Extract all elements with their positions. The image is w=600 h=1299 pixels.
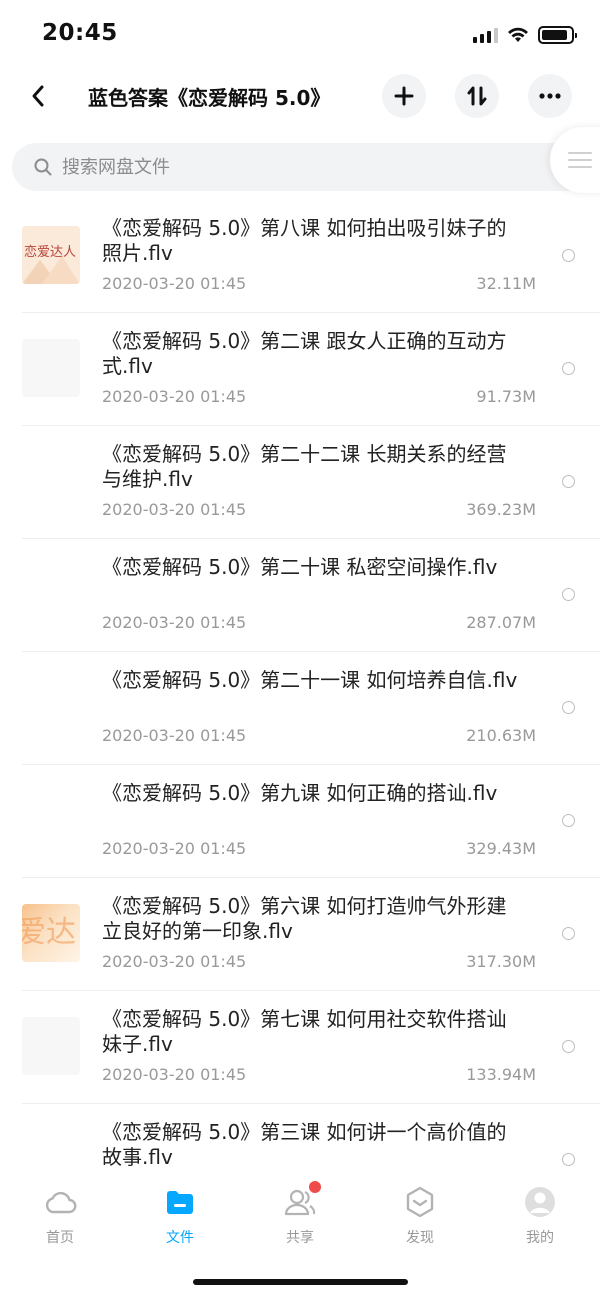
file-date: 2020-03-20 01:45 <box>102 726 247 745</box>
file-size: 91.73M <box>476 387 536 406</box>
select-checkbox[interactable] <box>562 1040 575 1053</box>
sort-arrows-icon <box>467 86 487 106</box>
file-name: 《恋爱解码 5.0》第二十课 私密空间操作.flv <box>102 555 498 579</box>
thumb-text: 爱达 <box>22 915 76 950</box>
thumb-text: 恋爱达人 <box>24 244 76 260</box>
cellular-signal-icon <box>473 27 498 43</box>
tab-home[interactable]: 首页 <box>20 1185 100 1251</box>
more-button[interactable] <box>528 74 572 118</box>
file-size: 317.30M <box>466 952 536 971</box>
file-date: 2020-03-20 01:45 <box>102 274 247 293</box>
file-row[interactable]: 爱达 《恋爱解码 5.0》第六课 如何打造帅气外形建立良好的第一印象.flv 202… <box>0 878 600 991</box>
file-row[interactable]: 《恋爱解码 5.0》第二课 跟女人正确的互动方式.flv 2020-03-20 0… <box>0 313 600 426</box>
back-button[interactable] <box>22 80 54 112</box>
file-thumbnail: 恋爱达人 <box>22 226 80 284</box>
home-indicator <box>193 1279 408 1285</box>
file-row[interactable]: 《恋爱解码 5.0》第二十一课 如何培养自信.flv 2020-03-20 01:… <box>0 652 600 765</box>
search-bar[interactable] <box>12 143 590 191</box>
avatar-icon <box>523 1185 557 1219</box>
file-row[interactable]: 《恋爱解码 5.0》第九课 如何正确的搭讪.flv 2020-03-20 01:4… <box>0 765 600 878</box>
file-date: 2020-03-20 01:45 <box>102 1065 247 1084</box>
file-date: 2020-03-20 01:45 <box>102 952 247 971</box>
file-date: 2020-03-20 01:45 <box>102 500 247 519</box>
select-checkbox[interactable] <box>562 814 575 827</box>
file-row[interactable]: 《恋爱解码 5.0》第二十课 私密空间操作.flv 2020-03-20 01:4… <box>0 539 600 652</box>
select-checkbox[interactable] <box>562 475 575 488</box>
file-size: 133.94M <box>466 1065 536 1084</box>
battery-icon <box>538 26 577 44</box>
file-thumbnail: 爱达 <box>22 904 80 962</box>
search-input[interactable] <box>62 143 542 191</box>
notification-badge <box>309 1181 321 1193</box>
file-size: 329.43M <box>466 839 536 858</box>
sort-button[interactable] <box>455 74 499 118</box>
page-title: 蓝色答案《恋爱解码 5.0》 <box>88 86 331 110</box>
file-row[interactable]: 恋爱达人 《恋爱解码 5.0》第八课 如何拍出吸引妹子的照片.flv 2020-03… <box>0 200 600 313</box>
menu-lines-icon <box>568 152 592 168</box>
chevron-left-icon <box>32 85 44 107</box>
tab-label: 首页 <box>46 1230 74 1246</box>
select-checkbox[interactable] <box>562 249 575 262</box>
tab-discover[interactable]: 发现 <box>380 1185 460 1251</box>
tab-share[interactable]: 共享 <box>260 1181 340 1251</box>
file-thumbnail <box>22 339 80 397</box>
tab-files[interactable]: 文件 <box>140 1185 220 1251</box>
file-size: 287.07M <box>466 613 536 632</box>
file-name: 《恋爱解码 5.0》第三课 如何讲一个高价值的故事.flv <box>102 1120 507 1169</box>
wifi-icon <box>508 27 528 42</box>
file-name: 《恋爱解码 5.0》第八课 如何拍出吸引妹子的照片.flv <box>102 216 507 265</box>
select-checkbox[interactable] <box>562 701 575 714</box>
file-size: 210.63M <box>466 726 536 745</box>
more-dots-icon <box>539 93 561 99</box>
select-checkbox[interactable] <box>562 927 575 940</box>
select-checkbox[interactable] <box>562 362 575 375</box>
file-date: 2020-03-20 01:45 <box>102 839 247 858</box>
status-time: 20:45 <box>42 20 118 46</box>
tab-label: 我的 <box>526 1230 554 1246</box>
file-thumbnail <box>22 1017 80 1075</box>
file-size: 369.23M <box>466 500 536 519</box>
tab-label: 发现 <box>406 1230 434 1246</box>
file-date: 2020-03-20 01:45 <box>102 387 247 406</box>
file-name: 《恋爱解码 5.0》第二十一课 如何培养自信.flv <box>102 668 518 692</box>
file-row[interactable]: 《恋爱解码 5.0》第七课 如何用社交软件搭讪妹子.flv 2020-03-20 … <box>0 991 600 1104</box>
tab-label: 文件 <box>166 1230 194 1246</box>
plus-icon <box>394 86 414 106</box>
file-name: 《恋爱解码 5.0》第二十二课 长期关系的经营与维护.flv <box>102 442 507 491</box>
search-icon <box>34 158 52 176</box>
users-icon <box>283 1181 321 1219</box>
folder-icon <box>163 1185 197 1219</box>
select-checkbox[interactable] <box>562 588 575 601</box>
file-name: 《恋爱解码 5.0》第六课 如何打造帅气外形建立良好的第一印象.flv <box>102 894 507 943</box>
file-name: 《恋爱解码 5.0》第二课 跟女人正确的互动方式.flv <box>102 329 507 378</box>
status-icons <box>473 24 577 46</box>
select-checkbox[interactable] <box>562 1153 575 1166</box>
file-row[interactable]: 《恋爱解码 5.0》第三课 如何讲一个高价值的故事.flv <box>0 1104 600 1175</box>
tab-mine[interactable]: 我的 <box>500 1185 580 1251</box>
file-date: 2020-03-20 01:45 <box>102 613 247 632</box>
file-size: 32.11M <box>476 274 536 293</box>
status-bar: 20:45 <box>0 0 600 72</box>
compass-icon <box>403 1185 437 1219</box>
tab-label: 共享 <box>286 1230 314 1246</box>
file-row[interactable]: 《恋爱解码 5.0》第二十二课 长期关系的经营与维护.flv 2020-03-20… <box>0 426 600 539</box>
file-list: 恋爱达人 《恋爱解码 5.0》第八课 如何拍出吸引妹子的照片.flv 2020-03… <box>0 200 600 1175</box>
cloud-icon <box>43 1185 77 1219</box>
file-name: 《恋爱解码 5.0》第九课 如何正确的搭讪.flv <box>102 781 498 805</box>
add-button[interactable] <box>382 74 426 118</box>
nav-bar: 蓝色答案《恋爱解码 5.0》 <box>0 72 600 122</box>
file-name: 《恋爱解码 5.0》第七课 如何用社交软件搭讪妹子.flv <box>102 1007 507 1056</box>
